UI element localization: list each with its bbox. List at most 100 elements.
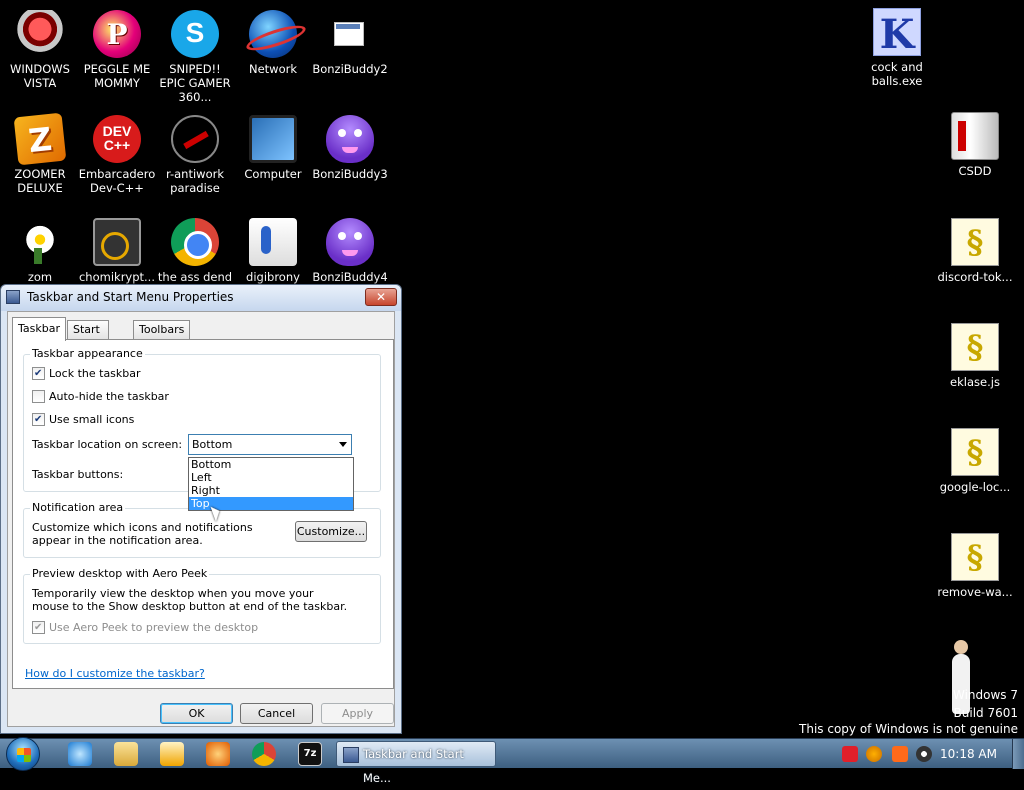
show-desktop-button[interactable] — [1012, 739, 1024, 769]
desktop-icon-label: google-loc... — [939, 480, 1011, 494]
book-icon — [951, 112, 999, 160]
desktop-icon-network[interactable]: Network — [233, 10, 313, 76]
skype-icon: S — [171, 10, 219, 58]
script-file-icon: § — [951, 533, 999, 581]
start-button[interactable] — [6, 737, 40, 771]
apply-button[interactable]: Apply — [321, 703, 394, 724]
orange-app-tray-icon[interactable] — [892, 746, 908, 762]
group-title-aero-peek: Preview desktop with Aero Peek — [30, 567, 210, 580]
desktop-icon-remove-wa[interactable]: § remove-wa... — [935, 533, 1015, 599]
chevron-down-icon — [339, 442, 347, 447]
paint-app-icon[interactable] — [206, 742, 230, 766]
desktop-icon-zom[interactable]: zom — [0, 218, 80, 284]
dropdown-option-bottom[interactable]: Bottom — [189, 458, 353, 471]
script-icon-glyph: § — [966, 328, 984, 366]
k-app-icon-glyph: K — [879, 11, 915, 58]
desktop-icon-digibrony[interactable]: digibrony — [233, 218, 313, 284]
taskbar-properties-icon — [6, 290, 20, 304]
zoomer-icon: Z — [13, 112, 67, 166]
dialog-titlebar[interactable]: Taskbar and Start Menu Properties ✕ — [1, 285, 401, 311]
help-link[interactable]: How do I customize the taskbar? — [25, 667, 205, 680]
system-clock[interactable]: 10:18 AM — [940, 747, 997, 761]
desktop-icon-label: eklase.js — [950, 375, 1000, 389]
taskbar-tab-panel: Taskbar appearance Lock the taskbar Auto… — [12, 339, 394, 689]
desktop-icon-label: SNIPED!! EPIC GAMER 360... — [159, 62, 231, 104]
tab-toolbars[interactable]: Toolbars — [133, 320, 191, 340]
dropdown-option-right[interactable]: Right — [189, 484, 353, 497]
desktop-icon-antiwork[interactable]: r-antiwork paradise — [155, 115, 235, 195]
small-icons-checkbox[interactable]: Use small icons — [32, 411, 134, 427]
customize-button[interactable]: Customize... — [295, 521, 367, 542]
desktop-icon-label: PEGGLE ME MOMMY — [83, 62, 151, 90]
aero-peek-checkbox[interactable]: Use Aero Peek to preview the desktop — [32, 619, 258, 635]
7zip-icon[interactable]: 7z — [298, 742, 322, 766]
cancel-button[interactable]: Cancel — [240, 703, 313, 724]
close-button[interactable]: ✕ — [365, 288, 397, 306]
desktop-icon-cock-and-balls[interactable]: K cock and balls.exe — [857, 8, 937, 88]
location-label: Taskbar location on screen: — [32, 438, 183, 451]
peggle-icon-glyph: P — [106, 18, 128, 51]
media-player-icon[interactable] — [160, 742, 184, 766]
desktop-icon-label: CSDD — [958, 164, 992, 178]
location-select[interactable]: Bottom — [188, 434, 352, 455]
desktop-icon-discord-tok[interactable]: § discord-tok... — [935, 218, 1015, 284]
chrome-taskbar-icon[interactable] — [252, 742, 276, 766]
script-icon-glyph: § — [966, 223, 984, 261]
desktop-icon-label: discord-tok... — [937, 270, 1013, 284]
taskbar-task-properties[interactable]: Taskbar and Start Me... — [336, 741, 496, 785]
desktop-icon-bonzibuddy2[interactable]: BonziBuddy2 — [310, 10, 390, 76]
autohide-label: Auto-hide the taskbar — [49, 389, 169, 403]
desktop-icon-chrome[interactable]: the ass dend — [155, 218, 235, 284]
windows-watermark-line2: Build 7601 — [953, 706, 1018, 720]
desktop-icon-label: remove-wa... — [937, 585, 1013, 599]
windows-explorer-icon[interactable] — [114, 742, 138, 766]
desktop-icon-google-loc[interactable]: § google-loc... — [935, 428, 1015, 494]
desktop-icon-chomikrypt[interactable]: chomikrypt... — [77, 218, 157, 284]
desktop-icon-label: r-antiwork paradise — [165, 167, 224, 195]
zoomer-icon-glyph: Z — [26, 119, 54, 161]
group-title-appearance: Taskbar appearance — [30, 347, 145, 360]
dropdown-option-left[interactable]: Left — [189, 471, 353, 484]
autohide-checkbox[interactable]: Auto-hide the taskbar — [32, 388, 169, 404]
desktop-icon-label: Computer — [244, 167, 302, 181]
checkbox-unchecked[interactable] — [32, 389, 45, 403]
desktop-icon-label: BonziBuddy3 — [312, 167, 388, 181]
antiwork-icon — [171, 115, 219, 163]
lock-taskbar-checkbox[interactable]: Lock the taskbar — [32, 365, 141, 381]
desktop-icon-csdd[interactable]: CSDD — [935, 112, 1015, 178]
network-globe-icon — [249, 10, 297, 58]
computer-monitor-icon — [249, 115, 297, 163]
peggle-icon: P — [93, 10, 141, 58]
desktop-icon-eklase[interactable]: § eklase.js — [935, 323, 1015, 389]
checkbox-checked[interactable] — [32, 366, 45, 380]
desktop-icon-label: BonziBuddy2 — [312, 62, 388, 76]
checkbox-checked[interactable] — [32, 620, 45, 634]
desktop-icon-bonzibuddy3[interactable]: BonziBuddy3 — [310, 115, 390, 181]
tab-taskbar[interactable]: Taskbar — [12, 317, 66, 341]
obs-tray-icon[interactable] — [916, 746, 932, 762]
desktop-icon-computer[interactable]: Computer — [233, 115, 313, 181]
aero-peek-description: Temporarily view the desktop when you mo… — [32, 587, 348, 613]
windows-watermark-line1: Windows 7 — [952, 688, 1018, 702]
desktop-icon-label: digibrony — [246, 270, 300, 284]
internet-explorer-icon[interactable] — [68, 742, 92, 766]
desktop-icon-windows-vista[interactable]: WINDOWS VISTA — [0, 10, 80, 90]
desktop-icon-bonzibuddy4[interactable]: BonziBuddy4 — [310, 218, 390, 284]
desktop-icon-skype[interactable]: S SNIPED!! EPIC GAMER 360... — [155, 10, 235, 104]
vivaldi-icon[interactable] — [842, 746, 858, 762]
search-tray-icon[interactable] — [866, 746, 882, 762]
dialog-client: Taskbar Start Menu Toolbars Taskbar appe… — [7, 311, 395, 727]
script-file-icon: § — [951, 428, 999, 476]
desktop-icon-label: cock and balls.exe — [871, 60, 923, 88]
desktop-icon-devcpp[interactable]: DEV C++ Embarcadero Dev-C++ — [77, 115, 157, 195]
script-icon-glyph: § — [966, 433, 984, 471]
checkbox-checked[interactable] — [32, 412, 45, 426]
small-icons-label: Use small icons — [49, 412, 135, 426]
tab-start-menu[interactable]: Start Menu — [67, 320, 110, 354]
ok-button[interactable]: OK — [160, 703, 233, 724]
desktop-icon-peggle[interactable]: P PEGGLE ME MOMMY — [77, 10, 157, 90]
digibrony-icon — [249, 218, 297, 266]
skype-icon-glyph: S — [185, 17, 205, 48]
desktop-icon-zoomer[interactable]: Z ZOOMER DELUXE — [0, 112, 80, 195]
bonzi-gorilla-icon — [326, 218, 374, 266]
